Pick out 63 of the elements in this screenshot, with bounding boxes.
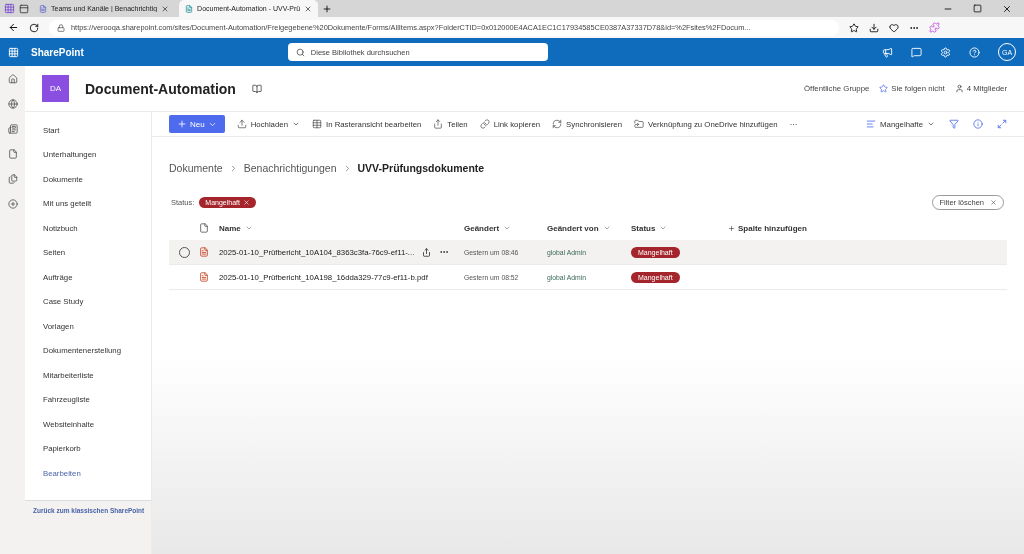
share-icon xyxy=(433,119,444,129)
view-icon xyxy=(866,119,877,129)
caret-icon xyxy=(291,120,300,128)
download-icon xyxy=(869,22,879,33)
breadcrumb-item[interactable]: UVV-Prüfungsdokumente xyxy=(357,162,485,174)
news-icon xyxy=(7,124,18,134)
info-icon xyxy=(973,119,983,129)
close-icon xyxy=(304,4,313,13)
plus-icon xyxy=(177,119,187,129)
favorite-icon xyxy=(849,22,859,33)
tab-actions-icon xyxy=(19,3,29,14)
pdf-icon xyxy=(199,247,209,257)
caret-icon xyxy=(503,224,512,232)
site-title: Document-Automation xyxy=(85,80,236,97)
lock-icon xyxy=(57,23,65,32)
column-header[interactable]: Status xyxy=(631,223,713,233)
new-tab-icon xyxy=(322,3,333,14)
column-header[interactable]: Geändert xyxy=(464,223,547,233)
expand-icon xyxy=(997,119,1007,129)
create-icon xyxy=(7,199,18,209)
help-icon xyxy=(969,46,980,58)
upload-icon xyxy=(236,119,247,129)
pdf-icon xyxy=(199,272,209,282)
sync-icon xyxy=(552,119,563,129)
caret-icon xyxy=(659,224,668,232)
close-icon xyxy=(1002,3,1012,14)
page-icon xyxy=(185,4,194,13)
page-icon xyxy=(39,4,47,13)
new-button[interactable]: Neu xyxy=(169,115,225,133)
megaphone-icon xyxy=(882,46,893,58)
add-column-button[interactable]: Spalte hinzufügen xyxy=(713,223,1007,233)
grid-icon xyxy=(311,119,322,129)
back-icon xyxy=(8,22,19,33)
search-icon xyxy=(295,47,305,57)
caret-icon xyxy=(927,120,935,128)
person-icon xyxy=(954,84,964,93)
file-icon xyxy=(7,149,18,159)
column-header[interactable]: Geändert von xyxy=(547,223,631,233)
feedback-icon xyxy=(911,46,922,58)
globe-icon xyxy=(7,99,18,109)
app-launcher-icon xyxy=(8,46,19,58)
settings-icon xyxy=(940,46,951,58)
plus-icon xyxy=(728,224,735,232)
folder-icon xyxy=(634,119,644,129)
maximize-icon xyxy=(973,4,982,13)
reload-icon xyxy=(29,22,39,33)
caret-icon xyxy=(244,224,253,232)
close-icon xyxy=(990,199,997,206)
home-icon xyxy=(7,74,18,84)
close-icon xyxy=(243,199,250,206)
link-icon xyxy=(479,119,490,129)
list-icon xyxy=(7,174,18,184)
site-logo: DA xyxy=(42,75,69,102)
file-type-icon xyxy=(199,223,209,233)
caret-icon xyxy=(602,224,611,232)
close-icon xyxy=(161,4,170,13)
column-header[interactable]: Name xyxy=(219,223,464,233)
filter-icon xyxy=(949,119,959,129)
share-icon xyxy=(422,247,432,257)
app-name: SharePoint xyxy=(31,46,84,58)
star-icon xyxy=(879,84,889,93)
breadcrumb-item[interactable]: Dokumente xyxy=(169,162,223,174)
breadcrumb-item[interactable]: Benachrichtigungen xyxy=(243,162,337,174)
